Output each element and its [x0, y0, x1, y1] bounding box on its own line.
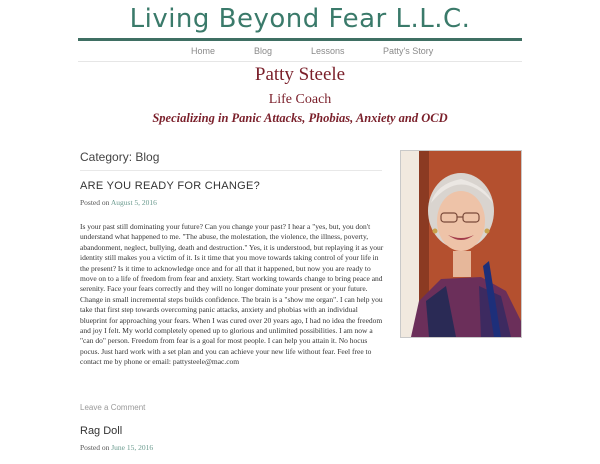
post-date-link[interactable]: August 5, 2016: [111, 198, 157, 207]
nav-item-pattys-story[interactable]: Patty's Story: [383, 46, 433, 56]
main-nav: Home Blog Lessons Patty's Story: [78, 41, 522, 62]
post-title[interactable]: ARE YOU READY FOR CHANGE?: [80, 180, 260, 192]
nav-item-blog[interactable]: Blog: [254, 46, 272, 56]
posted-on-label: Posted on: [80, 198, 110, 207]
post-title[interactable]: Rag Doll: [80, 425, 122, 437]
portrait-photo: [400, 150, 522, 338]
post-meta: Posted on June 15, 2016: [80, 443, 153, 452]
portrait-photo-icon: [401, 151, 521, 337]
category-divider: [80, 170, 382, 171]
category-heading: Category: Blog: [80, 150, 160, 164]
post-body: Is your past still dominating your futur…: [80, 222, 384, 367]
nav-item-home[interactable]: Home: [191, 46, 215, 56]
coach-name: Patty Steele: [254, 64, 346, 85]
post-date-link[interactable]: June 15, 2016: [111, 443, 153, 452]
coach-specialty: Specializing in Panic Attacks, Phobias, …: [152, 111, 448, 125]
site-title[interactable]: Living Beyond Fear L.L.C.: [0, 4, 600, 34]
coach-role: Life Coach: [268, 92, 332, 107]
posted-on-label: Posted on: [80, 443, 110, 452]
post-meta: Posted on August 5, 2016: [80, 198, 157, 207]
nav-item-lessons[interactable]: Lessons: [311, 46, 345, 56]
leave-comment-link[interactable]: Leave a Comment: [80, 403, 145, 412]
